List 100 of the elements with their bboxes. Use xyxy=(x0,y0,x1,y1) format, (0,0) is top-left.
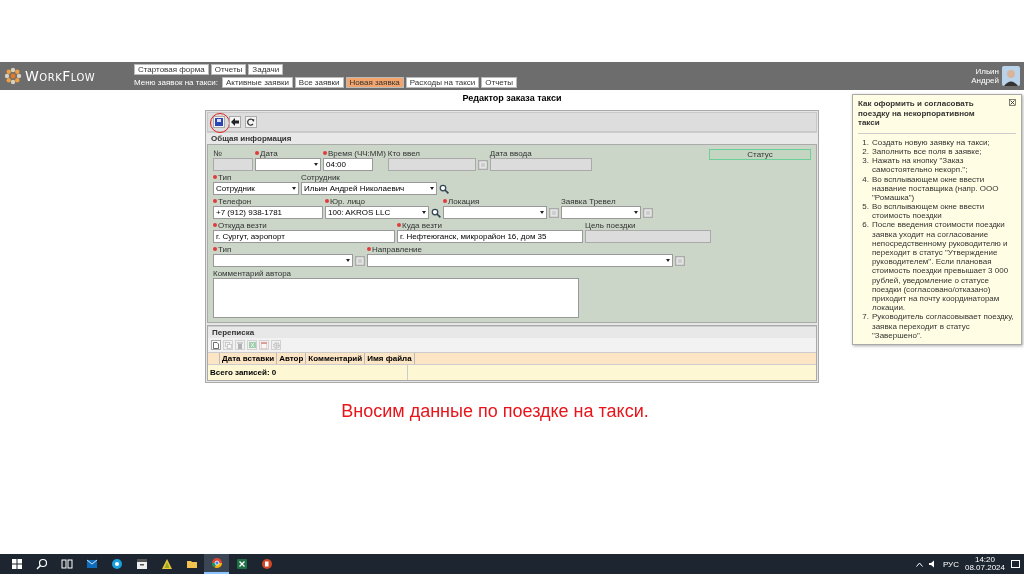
search-icon[interactable] xyxy=(431,207,441,218)
field-label: Заявка Тревел xyxy=(561,196,616,206)
dropdown-field[interactable] xyxy=(443,206,547,219)
user-name: Ильин xyxy=(975,67,999,76)
dropdown-field[interactable] xyxy=(561,206,641,219)
step-text: Создать новую заявку на такси; xyxy=(872,137,990,147)
field-label: Дата ввода xyxy=(489,148,532,158)
menu-button[interactable]: Отчеты xyxy=(210,64,247,75)
step-number: 7. xyxy=(861,312,869,324)
save-icon xyxy=(215,118,223,126)
field-label: Тип xyxy=(218,172,232,182)
speaker-icon[interactable] xyxy=(928,560,937,568)
step-number: 4. xyxy=(861,174,869,186)
clock[interactable]: 14:20 08.07.2024 xyxy=(964,556,1005,572)
step-text: Нажать на кнопку "Заказ самостоятельно некорп."; xyxy=(872,156,969,175)
menu-tab[interactable]: Отчеты xyxy=(481,77,517,88)
back-button[interactable] xyxy=(229,116,241,128)
menu-tab[interactable]: Все заявки xyxy=(294,77,344,88)
input-field[interactable]: 04:00 xyxy=(323,158,373,171)
step-text: Заполнить все поля в заявке; xyxy=(872,146,982,157)
document-icon xyxy=(261,341,267,349)
status-box: Статус xyxy=(709,149,811,160)
chevron-up-icon[interactable] xyxy=(915,561,923,567)
presentation-icon xyxy=(260,558,273,570)
field-label: № xyxy=(213,148,222,158)
dropdown-caret-icon xyxy=(666,259,670,262)
user-name: Андрей xyxy=(971,76,999,85)
gear-icon xyxy=(272,341,280,349)
field-label: Направление xyxy=(372,244,422,254)
archive-icon xyxy=(135,558,148,570)
column-header[interactable]: Автор xyxy=(277,353,307,364)
dropdown-caret-icon xyxy=(422,211,426,214)
dropdown-field[interactable]: Сотрудник xyxy=(213,182,299,195)
menu-tab[interactable]: Новая заявка xyxy=(345,77,404,88)
readonly-field[interactable] xyxy=(489,158,592,171)
close-icon[interactable] xyxy=(1009,99,1016,106)
caption-text: Вносим данные по поездке на такси. xyxy=(341,401,649,422)
field-label: Цель поездки xyxy=(585,220,636,230)
dropdown-field[interactable] xyxy=(255,158,321,171)
column-header[interactable]: Имя файла xyxy=(365,353,415,364)
readonly-field[interactable] xyxy=(585,230,711,243)
step-number: 2. xyxy=(861,146,869,157)
dropdown-caret-icon xyxy=(292,187,296,190)
field-label: Локация xyxy=(448,196,480,206)
menu-button[interactable]: Задачи xyxy=(248,64,284,75)
language-indicator[interactable]: РУС xyxy=(942,559,959,569)
menu-tab[interactable]: Активные заявки xyxy=(222,77,293,88)
new-document-icon xyxy=(213,341,219,349)
field-label: Юр. лицо xyxy=(330,196,366,206)
step-number: 3. xyxy=(861,156,869,168)
page-title: Редактор заказа такси xyxy=(462,93,562,104)
field-label: Тип xyxy=(218,244,232,254)
column-header[interactable]: Дата вставки xyxy=(220,353,278,364)
save-button[interactable] xyxy=(213,116,225,128)
step-text: Руководитель согласовывает поездку, заявка переходит в статус "Завершено". xyxy=(872,312,1015,340)
section-header: Общая информация xyxy=(207,132,817,144)
dropdown-caret-icon xyxy=(540,211,544,214)
dropdown-caret-icon xyxy=(634,211,638,214)
input-field[interactable]: г. Нефтеюганск, микрорайон 16, дом 35 xyxy=(397,230,583,243)
section-header: Переписка xyxy=(208,326,816,338)
step-text: Во всплывающем окне ввести название поставщика (напр. ООО "Ромашка") xyxy=(872,174,1000,203)
refresh-button[interactable] xyxy=(245,116,257,128)
search-icon[interactable] xyxy=(439,183,449,194)
back-arrow-icon xyxy=(231,118,239,126)
readonly-field[interactable] xyxy=(213,158,253,171)
input-field[interactable]: г. Сургут, аэропорт xyxy=(213,230,395,243)
step-number: 5. xyxy=(861,202,869,214)
readonly-field[interactable] xyxy=(387,158,476,171)
menu-tab[interactable]: Расходы на такси xyxy=(405,77,480,88)
spreadsheet-icon xyxy=(235,558,248,570)
avatar-icon xyxy=(1002,66,1020,86)
dropdown-field[interactable]: 100: AKROS LLC xyxy=(325,206,429,219)
windows-icon xyxy=(10,558,23,570)
trash-icon xyxy=(237,341,243,349)
search-icon xyxy=(35,558,48,570)
envelope-icon xyxy=(85,558,98,570)
chat-bubble-icon xyxy=(110,558,123,570)
record-count: Всего записей: 0 xyxy=(208,365,408,380)
app-logo-text: WorkFlow xyxy=(25,68,96,84)
field-label: Сотрудник xyxy=(301,172,340,182)
field-label: Комментарий автора xyxy=(213,268,292,278)
field-label: Время (ЧЧ:ММ) xyxy=(328,148,386,158)
dropdown-caret-icon xyxy=(314,163,318,166)
dropdown-field[interactable] xyxy=(213,254,353,267)
step-number: 6. xyxy=(861,220,869,232)
column-header[interactable]: Комментарий xyxy=(306,353,366,364)
menu-button[interactable]: Стартовая форма xyxy=(134,64,209,75)
folder-icon xyxy=(185,558,198,570)
input-field[interactable]: +7 (912) 938-1781 xyxy=(213,206,323,219)
field-label: Откуда везти xyxy=(218,220,267,230)
dropdown-field[interactable] xyxy=(367,254,673,267)
dropdown-field[interactable]: Ильин Андрей Николаевич xyxy=(301,182,437,195)
step-number: 1. xyxy=(861,137,869,147)
comment-field[interactable] xyxy=(213,278,579,318)
new-button[interactable] xyxy=(211,340,221,350)
notification-icon[interactable] xyxy=(1011,559,1020,569)
dropdown-caret-icon xyxy=(430,187,434,190)
task-view-icon xyxy=(60,558,73,570)
copy-icon xyxy=(224,341,232,349)
field-label: Дата xyxy=(260,148,278,158)
